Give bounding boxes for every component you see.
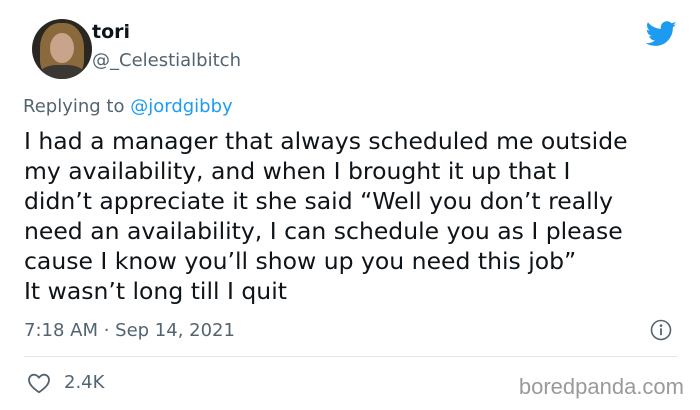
like-count: 2.4K [64,372,105,393]
reply-context: Replying to @jordgibby [23,96,233,118]
twitter-bird-icon[interactable] [646,21,677,47]
avatar[interactable] [32,19,92,79]
tweet-card: tori @_Celestialbitch Replying to @jordg… [0,0,700,410]
tweet-text-line: It wasn’t long till I quit [24,277,287,305]
tweet-text-line: I had a manager that always scheduled me… [24,127,628,155]
tweet-text-line: my availability, and when I brought it u… [24,157,571,185]
tweet-timestamp[interactable]: 7:18 AM · Sep 14, 2021 [24,320,235,342]
tweet-text-line: cause I know you’ll show up you need thi… [24,247,577,275]
heart-icon[interactable] [27,372,51,394]
reply-mention-link[interactable]: @jordgibby [130,96,232,117]
avatar-shirt [40,65,84,79]
info-icon[interactable] [650,319,672,341]
author-handle[interactable]: @_Celestialbitch [92,50,241,72]
divider [24,356,678,357]
watermark: boredpanda.com [518,374,684,399]
tweet-text: I had a manager that always scheduled me… [24,126,689,306]
reply-prefix: Replying to [23,96,125,117]
avatar-face [50,33,74,63]
tweet-text-line: need an availability, I can schedule you… [24,217,623,245]
author-display-name[interactable]: tori [92,20,130,44]
tweet-text-line: didn’t appreciate it she said “Well you … [24,187,614,215]
